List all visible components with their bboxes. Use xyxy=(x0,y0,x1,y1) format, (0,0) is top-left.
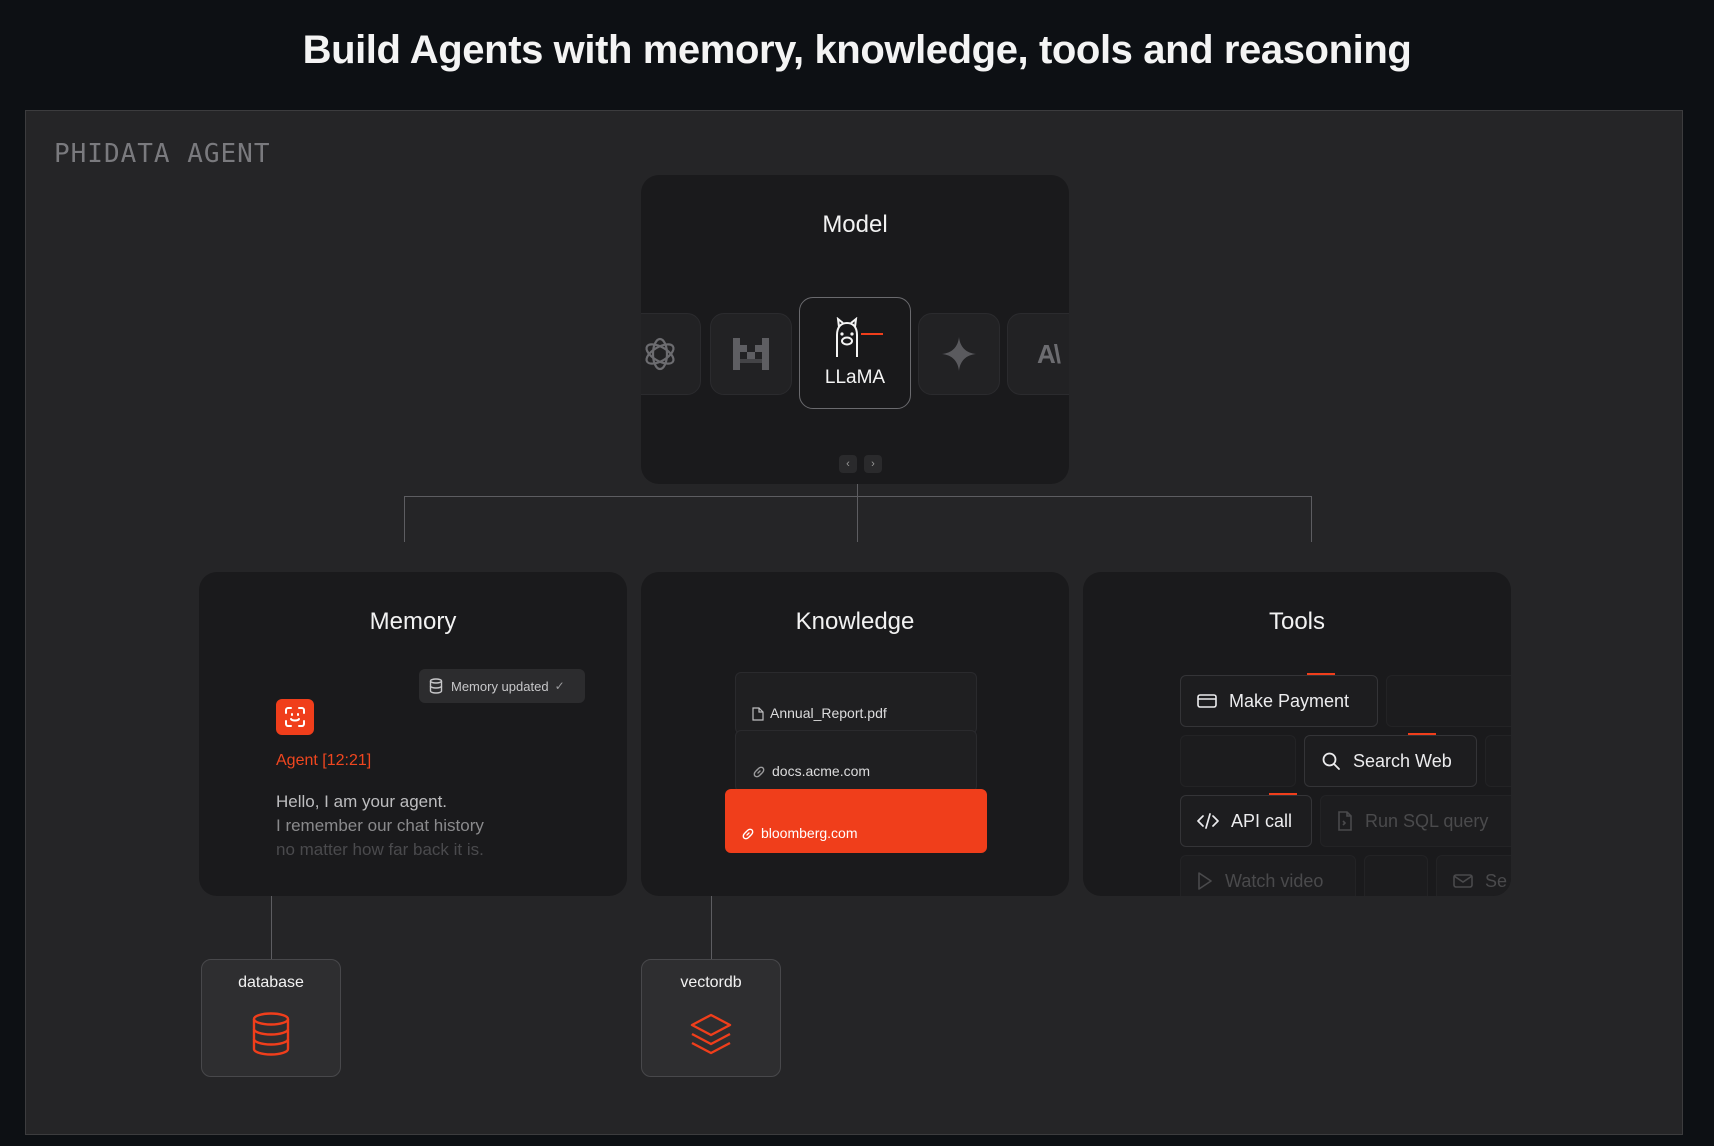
database-node: database xyxy=(201,959,341,1077)
memory-updated-badge: Memory updated ✓ xyxy=(419,669,585,703)
document-item-highlighted[interactable]: bloomberg.com xyxy=(725,789,987,853)
tool-placeholder xyxy=(1485,735,1511,787)
tool-label: Make Payment xyxy=(1229,690,1350,711)
search-icon xyxy=(1322,752,1340,770)
database-small-icon xyxy=(429,678,443,694)
tools-card: Tools Make Payment Search Web API call R… xyxy=(1083,572,1511,896)
scan-face-icon xyxy=(285,707,305,727)
document-item[interactable]: Annual_Report.pdf xyxy=(735,672,977,734)
tool-label: Se xyxy=(1485,870,1508,891)
connector-tools xyxy=(1311,496,1312,542)
openai-icon xyxy=(645,337,675,371)
openai-chip[interactable] xyxy=(641,313,701,395)
card-icon xyxy=(1197,694,1217,708)
check-icon: ✓ xyxy=(554,679,565,693)
llama-icon xyxy=(836,317,883,357)
database-label: database xyxy=(238,974,304,991)
llama-chip[interactable]: LLaMA xyxy=(799,297,911,409)
mail-icon xyxy=(1453,874,1473,888)
agent-message-line: I remember our chat history xyxy=(276,816,484,835)
send-email-button[interactable]: Se xyxy=(1436,855,1511,896)
document-label: Annual_Report.pdf xyxy=(770,705,887,721)
connector-horizontal xyxy=(404,496,1312,497)
layers-icon xyxy=(690,1013,732,1055)
code-icon xyxy=(1197,813,1219,829)
document-item[interactable]: docs.acme.com xyxy=(735,730,977,792)
anthropic-chip[interactable]: A\ xyxy=(1007,313,1069,395)
knowledge-card: Knowledge Annual_Report.pdf docs.acme.co… xyxy=(641,572,1069,896)
vectordb-node: vectordb xyxy=(641,959,781,1077)
mistral-icon xyxy=(733,338,769,370)
model-prev-button[interactable]: ‹ xyxy=(839,455,857,473)
watch-video-button[interactable]: Watch video xyxy=(1180,855,1356,896)
file-icon xyxy=(752,707,764,721)
search-web-button[interactable]: Search Web xyxy=(1304,735,1477,787)
link-icon xyxy=(742,828,754,840)
agent-message-line: Hello, I am your agent. xyxy=(276,792,448,811)
gemini-icon xyxy=(942,337,976,371)
document-label: docs.acme.com xyxy=(772,763,871,779)
play-icon xyxy=(1198,872,1212,890)
agent-message: Hello, I am your agent. I remember our c… xyxy=(276,790,484,862)
agent-name: Agent [12:21] xyxy=(276,752,372,769)
anthropic-icon: A\ xyxy=(1037,338,1061,369)
sql-file-icon xyxy=(1338,811,1352,831)
model-card: Model LLaMA A\ ‹ › xyxy=(641,175,1069,484)
gemini-chip[interactable] xyxy=(918,313,1000,395)
tool-placeholder xyxy=(1180,735,1296,787)
vectordb-label: vectordb xyxy=(680,974,742,991)
link-icon xyxy=(753,766,765,778)
model-title: Model xyxy=(822,211,888,238)
stage-label: PHIDATA AGENT xyxy=(54,139,271,169)
make-payment-button[interactable]: Make Payment xyxy=(1180,675,1378,727)
tool-label: Run SQL query xyxy=(1365,810,1489,831)
tool-label: API call xyxy=(1231,810,1293,831)
agent-diagram: PHIDATA AGENT Model LLaMA A\ ‹ › Memory … xyxy=(25,110,1683,1135)
connector-memory xyxy=(404,496,405,542)
llama-label: LLaMA xyxy=(824,367,886,388)
connector-database xyxy=(271,896,272,960)
tool-placeholder xyxy=(1386,675,1511,727)
run-sql-query-button[interactable]: Run SQL query xyxy=(1320,795,1511,847)
knowledge-title: Knowledge xyxy=(795,608,915,635)
tool-label: Search Web xyxy=(1353,750,1452,771)
memory-title: Memory xyxy=(369,608,457,635)
agent-message-line: no matter how far back it is. xyxy=(276,840,484,859)
document-label: bloomberg.com xyxy=(761,825,858,841)
api-call-button[interactable]: API call xyxy=(1180,795,1312,847)
agent-avatar xyxy=(276,699,314,735)
mistral-chip[interactable] xyxy=(710,313,792,395)
memory-card: Memory Memory updated ✓ Agent [12:21] He… xyxy=(199,572,627,896)
memory-badge-label: Memory updated xyxy=(451,678,549,694)
tool-placeholder xyxy=(1364,855,1428,896)
tool-label: Watch video xyxy=(1225,870,1324,891)
connector-vectordb xyxy=(711,896,712,960)
headline: Build Agents with memory, knowledge, too… xyxy=(302,28,1412,72)
tools-title: Tools xyxy=(1268,608,1326,635)
model-next-button[interactable]: › xyxy=(864,455,882,473)
database-icon xyxy=(252,1012,290,1056)
